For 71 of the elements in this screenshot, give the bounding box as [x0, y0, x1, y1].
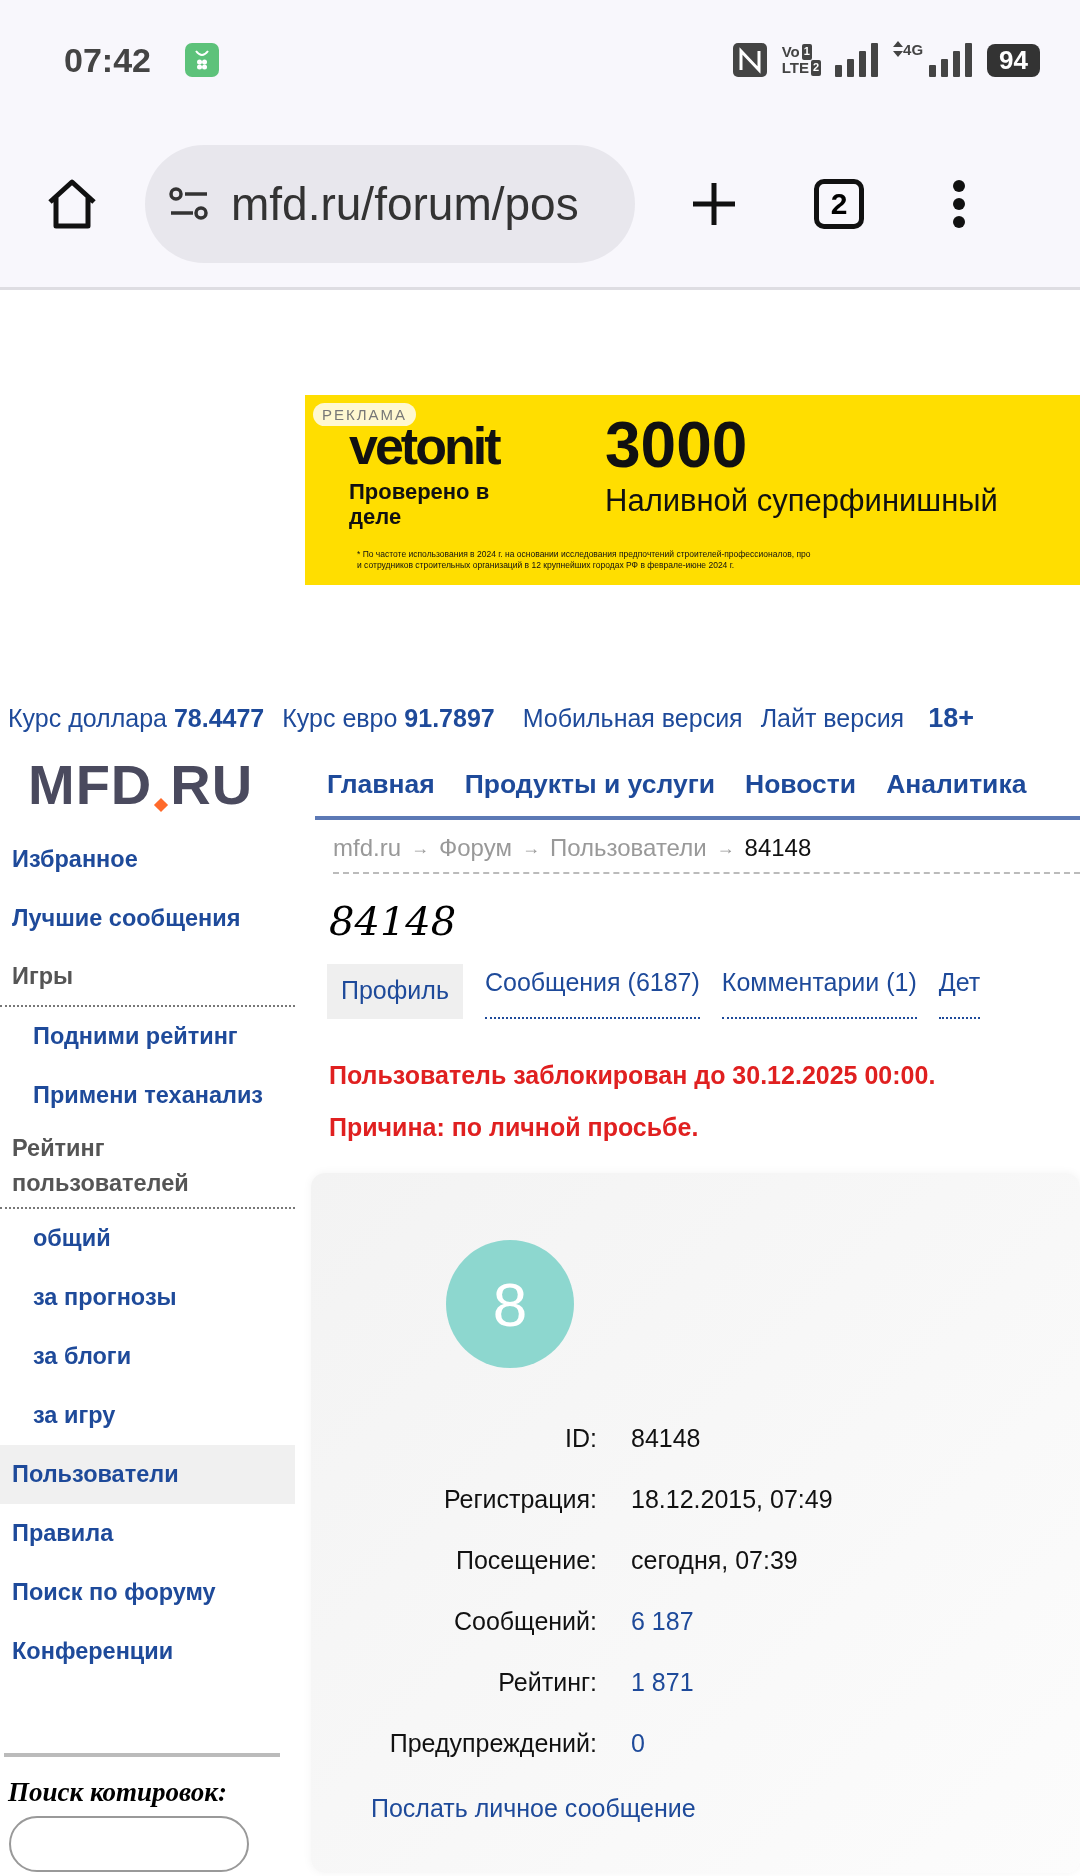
tab[interactable]: Дет: [938, 964, 981, 1019]
menu-icon[interactable]: [952, 178, 966, 229]
sidebar-section-title[interactable]: Игры: [0, 948, 295, 1007]
mobile-data-indicator: 4G: [893, 41, 924, 79]
ad-label: РЕКЛАМА: [313, 403, 417, 426]
sidebar-sublink[interactable]: за игру: [0, 1386, 295, 1445]
sidebar-link[interactable]: Конференции: [0, 1622, 295, 1681]
nav-link[interactable]: Главная: [327, 768, 435, 800]
ad-product-text: Наливной суперфинишный: [605, 483, 999, 519]
send-message-link[interactable]: Послать личное сообщение: [371, 1794, 696, 1823]
app-notification-icon: [184, 43, 219, 77]
sidebar-link[interactable]: Пользователи: [0, 1445, 295, 1504]
field-label: ID:: [564, 1424, 597, 1453]
tab[interactable]: Комментарии (1): [721, 964, 917, 1019]
nav-link[interactable]: Новости: [745, 768, 857, 800]
site-settings-icon[interactable]: [169, 186, 209, 221]
ad-headline: 3000: [605, 411, 749, 479]
tab[interactable]: Сообщения (6187): [484, 964, 700, 1019]
status-time: 07:42: [64, 40, 151, 80]
field-label: Рейтинг:: [497, 1668, 597, 1697]
breadcrumb-separator: →: [411, 837, 429, 859]
field-label: Предупреждений:: [388, 1729, 597, 1758]
sidebar-link[interactable]: Избранное: [0, 830, 295, 889]
field-value: сегодня, 07:39: [631, 1546, 799, 1575]
breadcrumb-separator: →: [716, 837, 735, 859]
ad-disclaimer: * По частоте использования в 2024 г. на основании исследования предпочтений строителей-профессионалов, про: [357, 549, 812, 560]
ban-notice: Пользователь заблокирован до 30.12.2025 00:00.: [329, 1060, 937, 1091]
field-value: 84148: [631, 1424, 702, 1453]
sidebar-sublink[interactable]: за блоги: [0, 1327, 295, 1386]
signal-icon: [929, 43, 974, 77]
sidebar-sublink[interactable]: общий: [0, 1209, 295, 1268]
tab-switcher-button[interactable]: 2: [814, 178, 864, 229]
field-value-link[interactable]: 0: [631, 1729, 833, 1758]
tab[interactable]: Профиль: [327, 964, 463, 1019]
avatar: 8: [446, 1240, 574, 1368]
field-label: Посещение:: [454, 1546, 597, 1575]
sidebar-link[interactable]: Поиск по форуму: [0, 1563, 295, 1622]
breadcrumb-separator: →: [521, 837, 540, 859]
age-rating: 18+: [928, 702, 974, 734]
ad-tagline: Проверено в деле: [349, 479, 491, 529]
sidebar-link[interactable]: Лучшие сообщения: [0, 889, 295, 948]
page-title: 84148: [329, 898, 458, 944]
field-value-link[interactable]: 1 871: [631, 1668, 833, 1697]
field-value-link[interactable]: 6 187: [631, 1607, 833, 1636]
sidebar-sublink[interactable]: за прогнозы: [0, 1268, 295, 1327]
ban-notice: Причина: по личной просьбе.: [329, 1112, 700, 1143]
address-bar[interactable]: mfd.ru/forum/pos: [145, 144, 635, 263]
ad-banner[interactable]: [305, 395, 1080, 585]
signal-icon: [835, 43, 880, 77]
sidebar-section-title[interactable]: Рейтинг пользователей: [0, 1125, 295, 1209]
version-link[interactable]: Мобильная версия: [522, 703, 743, 733]
exchange-rate: Курс доллара 78.4477: [8, 703, 265, 733]
sidebar-sublink[interactable]: Подними рейтинг: [0, 1007, 295, 1066]
battery-indicator: 94: [987, 43, 1040, 77]
sidebar-link[interactable]: Правила: [0, 1504, 295, 1563]
data-activity-icon: [893, 41, 904, 57]
exchange-rate: Курс евро 91.7897: [282, 703, 495, 733]
sidebar-sublink[interactable]: Примени теханализ: [0, 1066, 295, 1125]
quote-search-field[interactable]: [9, 1816, 249, 1872]
field-value: 18.12.2015, 07:49: [631, 1485, 833, 1514]
current-page-label: 84148: [744, 834, 812, 862]
field-label: Регистрация:: [442, 1485, 597, 1514]
version-link[interactable]: Лайт версия: [760, 703, 905, 733]
nav-link[interactable]: Продукты и услуги: [464, 768, 715, 800]
nav-link[interactable]: Аналитика: [886, 768, 1027, 800]
nfc-icon: [731, 42, 768, 78]
field-label: Сообщений:: [452, 1607, 597, 1636]
site-logo[interactable]: MFD RU: [0, 752, 295, 816]
volte-indicator: Vo 1 LTE 2: [781, 44, 822, 76]
quote-search-title: Поиск котировок:: [7, 1777, 228, 1808]
ad-disclaimer: и сотрудников строительных организаций в 12 крупнейших городах РФ в феврале-июне 2024 г.: [357, 560, 736, 571]
